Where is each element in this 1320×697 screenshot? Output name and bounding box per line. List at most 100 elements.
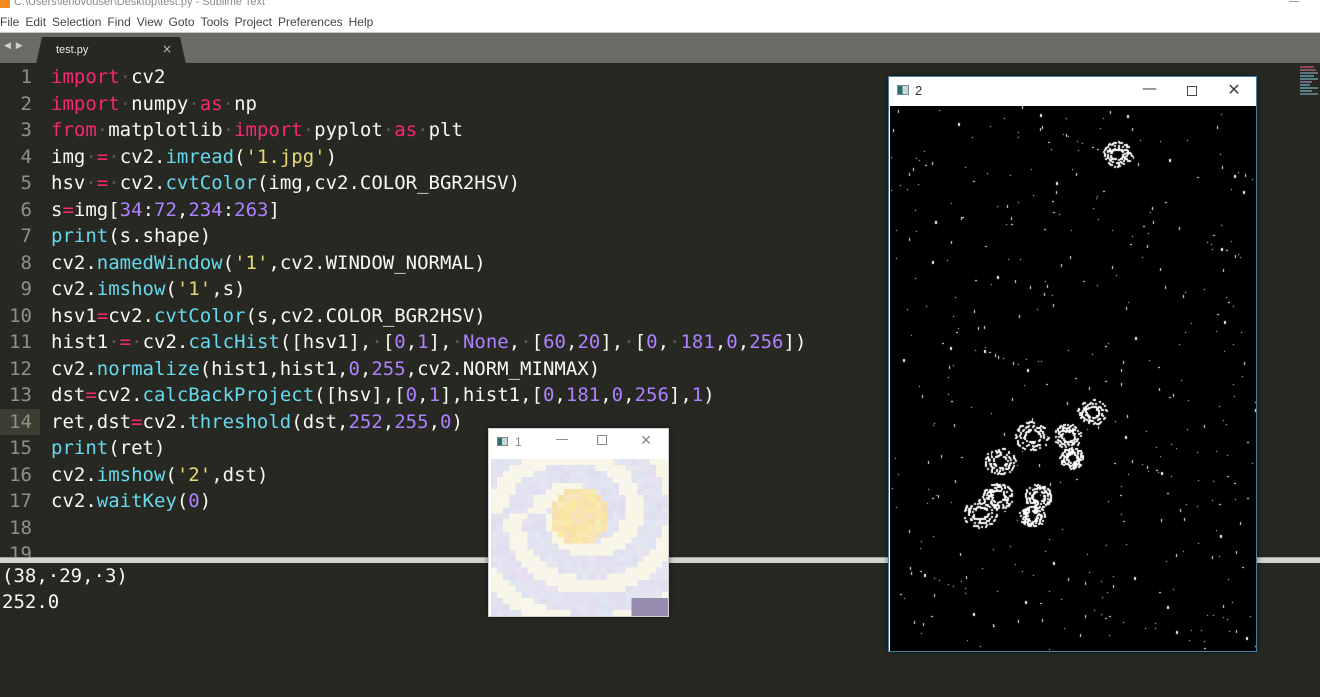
code-token: ) (451, 410, 463, 433)
code-token: (s.shape) (108, 225, 212, 247)
code-token: cv2. (51, 490, 97, 512)
menu-edit[interactable]: Edit (22, 15, 49, 29)
window-titlebar: C:\Users\lenovouser\Desktop\test.py - Su… (0, 0, 1320, 12)
code-token: 255 (394, 410, 429, 433)
maximize-button[interactable] (1187, 86, 1197, 96)
menu-tools[interactable]: Tools (198, 15, 232, 29)
code-token: ], (600, 331, 624, 353)
code-token: print (51, 437, 109, 459)
code-token: , (600, 384, 612, 406)
menu-help[interactable]: Help (346, 15, 377, 29)
minimize-window-button[interactable] (1289, 1, 1299, 2)
line-number: 8 (20, 251, 32, 274)
code-token: as (394, 119, 418, 141)
code-token: = (62, 198, 74, 221)
code-token: , (714, 331, 727, 353)
code-token: · (451, 331, 463, 353)
line-number: 14 (0, 408, 40, 435)
code-token: · (623, 331, 635, 353)
code-token: · (222, 119, 235, 141)
code-token: img[ (73, 198, 120, 221)
code-token: dst (51, 384, 86, 406)
code-token: np (234, 92, 257, 115)
code-token: cvtColor (165, 172, 257, 194)
code-token: import (51, 92, 120, 115)
code-token: plt (428, 119, 463, 141)
code-token: 252 (348, 410, 383, 433)
code-token: imshow (96, 278, 166, 300)
code-token: ) (703, 384, 715, 406)
code-token: · (188, 92, 200, 115)
code-token: = (96, 172, 109, 194)
code-token: ( (165, 278, 177, 300)
cv-window-titlebar[interactable]: 2 — ✕ (889, 77, 1256, 106)
code-token: 34 (119, 198, 143, 221)
code-token: , (565, 331, 578, 353)
code-token: , (176, 198, 189, 221)
code-text: img·=·cv2.imread('1.jpg') (51, 144, 337, 171)
minimize-button[interactable]: — (1142, 79, 1157, 97)
opencv-window-2[interactable]: 2 — ✕ (888, 76, 1257, 652)
code-token: cv2. (119, 145, 166, 168)
tab-test-py[interactable]: test.py × (36, 37, 186, 64)
line-number: 17 (9, 490, 32, 512)
code-token: ([hsv],[ (314, 384, 406, 406)
code-token: ([hsv1], (279, 331, 372, 353)
code-token: · (382, 119, 395, 141)
code-token: · (222, 92, 235, 115)
code-token: cvtColor (153, 304, 246, 327)
code-token: 234 (188, 198, 223, 221)
code-token: · (108, 331, 120, 353)
code-token: import (234, 119, 303, 141)
backprojection-mask-image (890, 106, 1256, 651)
code-token: 0 (394, 331, 406, 353)
menu-view[interactable]: View (134, 15, 166, 29)
code-token: = (96, 145, 109, 168)
menu-project[interactable]: Project (232, 15, 275, 29)
code-text: cv2.namedWindow('1',cv2.WINDOW_NORMAL) (51, 250, 486, 277)
code-token: 72 (154, 198, 177, 221)
code-token: cv2. (119, 172, 166, 194)
code-token: · (96, 119, 109, 141)
code-token: 0 (611, 384, 624, 406)
menu-goto[interactable]: Goto (166, 15, 198, 29)
code-token: 255 (371, 357, 406, 380)
code-token: calcBackProject (142, 384, 315, 406)
minimap[interactable] (1300, 66, 1320, 98)
menu-find[interactable]: Find (104, 15, 133, 29)
opencv-window-1[interactable]: 1 — ✕ (488, 428, 669, 617)
code-token: ,cv2.WINDOW_NORMAL) (268, 251, 486, 274)
cv-window-titlebar[interactable]: 1 — ✕ (489, 429, 668, 457)
code-token: '1' (176, 278, 212, 300)
line-number: 9 (20, 278, 32, 300)
code-token: namedWindow (96, 251, 223, 274)
code-token: [ (634, 331, 647, 353)
menu-preferences[interactable]: Preferences (275, 15, 346, 29)
code-token: ,dst) (211, 463, 269, 486)
code-text: hist1·=·cv2.calcHist([hsv1],·[0,1],·None… (51, 329, 806, 356)
code-token: ,s) (211, 278, 246, 300)
code-token: ], (428, 331, 452, 353)
maximize-button[interactable] (597, 435, 607, 445)
code-token: imread (165, 145, 235, 168)
tab-bar: ◀ ▶ test.py × (0, 32, 1320, 64)
tab-nav-arrows-icon[interactable]: ◀ ▶ (4, 41, 24, 51)
close-button[interactable]: ✕ (639, 433, 653, 449)
line-number: 10 (9, 304, 32, 327)
app-window-icon (497, 437, 508, 446)
close-button[interactable]: ✕ (1227, 80, 1241, 99)
code-token: = (119, 331, 132, 353)
menu-file[interactable]: File (0, 15, 22, 29)
line-number: 3 (20, 119, 32, 141)
code-token: , (657, 331, 670, 353)
code-token: , (508, 331, 521, 353)
line-number: 18 (9, 516, 32, 539)
code-token: ], (668, 384, 692, 406)
code-token: · (85, 145, 97, 168)
menu-selection[interactable]: Selection (49, 15, 104, 29)
close-tab-icon[interactable]: × (162, 42, 172, 56)
code-text: cv2.imshow('2',dst) (51, 462, 268, 489)
minimize-button[interactable]: — (555, 432, 569, 447)
line-number: 6 (20, 198, 32, 221)
code-token: hist1 (51, 331, 109, 353)
